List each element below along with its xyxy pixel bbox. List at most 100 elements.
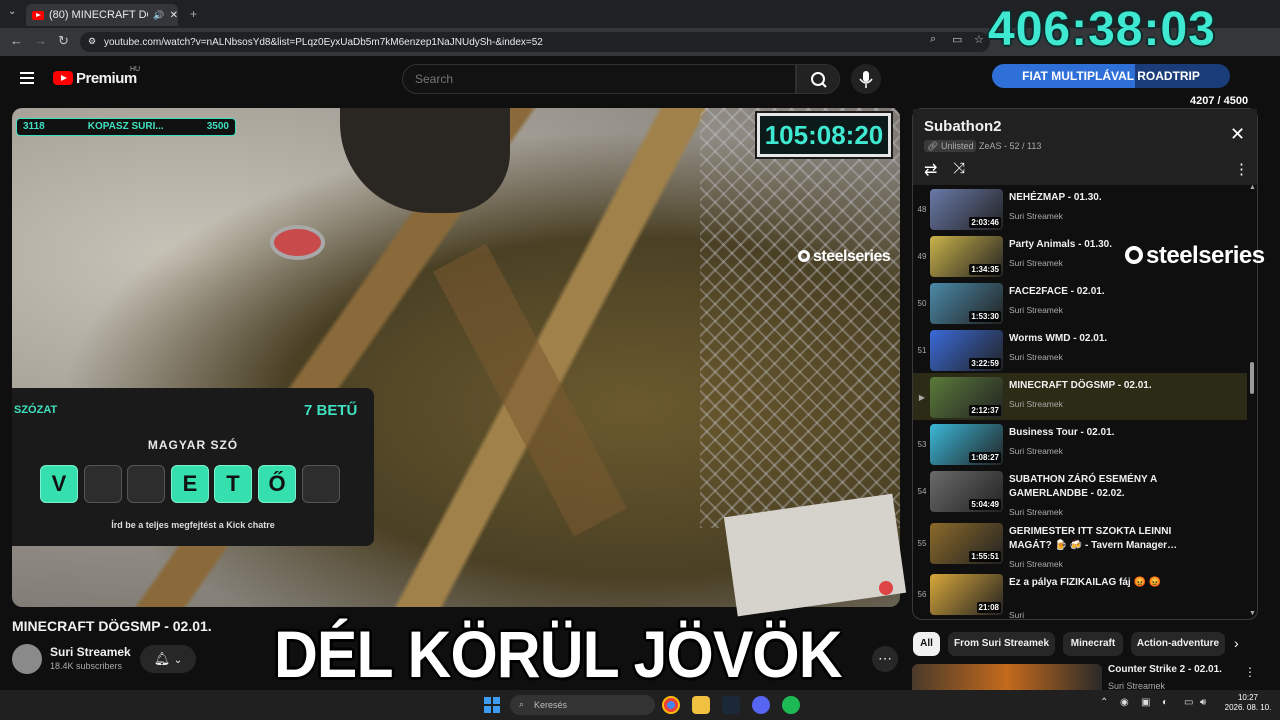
brand-premium[interactable]: Premium bbox=[76, 70, 137, 87]
loop-icon[interactable]: ⇄ bbox=[924, 160, 937, 180]
scroll-down-icon[interactable]: ▼ bbox=[1249, 610, 1256, 617]
scroll-up-icon[interactable]: ▲ bbox=[1249, 184, 1256, 191]
unlisted-badge: 🔗︎ Unlisted bbox=[924, 140, 977, 152]
recommended-title[interactable]: Counter Strike 2 - 02.01. bbox=[1108, 664, 1222, 675]
taskbar-search[interactable]: ⌕ Keresés bbox=[510, 695, 655, 715]
chip-from-channel[interactable]: From Suri Streamek bbox=[948, 632, 1055, 656]
chrome-icon[interactable] bbox=[662, 696, 680, 714]
playlist-title[interactable]: Subathon2 bbox=[924, 118, 1002, 135]
clock-time: 10:27 bbox=[1237, 693, 1259, 702]
video-bowl-scene bbox=[270, 225, 325, 260]
playlist-item-thumbnail[interactable]: 21:08 bbox=[930, 574, 1003, 615]
playlist-item-title[interactable]: NEHÉZMAP - 01.30. bbox=[1009, 191, 1179, 205]
more-vertical-icon[interactable]: ⋮ bbox=[1234, 160, 1249, 178]
chip-all[interactable]: All bbox=[913, 632, 940, 656]
playlist-item-thumbnail[interactable]: 5:04:49 bbox=[930, 471, 1003, 512]
more-actions-button[interactable]: ⋯ bbox=[872, 646, 898, 672]
spotify-icon[interactable] bbox=[782, 696, 800, 714]
subscriber-count: 18.4K subscribers bbox=[50, 661, 123, 671]
site-info-icon[interactable]: ⚙ bbox=[88, 36, 96, 47]
bell-icon: 🔔︎ bbox=[153, 651, 171, 666]
voice-search-button[interactable] bbox=[851, 64, 881, 94]
playlist-item-title[interactable]: Worms WMD - 02.01. bbox=[1009, 332, 1179, 346]
close-icon[interactable]: ✕ bbox=[1230, 124, 1245, 145]
word-tile: T bbox=[214, 465, 252, 503]
playlist-item-index: 51 bbox=[917, 346, 927, 355]
playlist-item-title[interactable]: Ez a pálya FIZIKAILAG fáj 😡 😡 bbox=[1009, 576, 1179, 590]
reload-icon[interactable]: ↻ bbox=[58, 33, 69, 49]
hamburger-menu-icon[interactable] bbox=[20, 72, 34, 84]
new-tab-icon[interactable]: + bbox=[190, 7, 197, 21]
playlist-item[interactable]: 55 1:55:51 GERIMESTER ITT SZOKTA LEINNI MA… bbox=[913, 519, 1247, 569]
notification-bell-button[interactable]: 🔔︎ ⌄ bbox=[140, 645, 196, 673]
playlist-item-thumbnail[interactable]: 1:34:35 bbox=[930, 236, 1003, 277]
taskbar-clock[interactable]: 10:27 2026. 08. 10. bbox=[1222, 693, 1274, 713]
tray-app-icon[interactable]: ▣ bbox=[1141, 697, 1150, 708]
playlist-item-thumbnail[interactable]: 3:22:59 bbox=[930, 330, 1003, 371]
playlist-item[interactable]: 50 1:53:30 FACE2FACE - 02.01. Suri Streamek bbox=[913, 279, 1247, 326]
stream-goal-counter: 3118 KOPASZ SURI... 3500 bbox=[16, 118, 236, 136]
playlist-item[interactable]: 48 2:03:46 NEHÉZMAP - 01.30. Suri Streamek bbox=[913, 185, 1247, 232]
playlist-item[interactable]: 51 3:22:59 Worms WMD - 02.01. Suri Streamek bbox=[913, 326, 1247, 373]
playlist-item-thumbnail[interactable]: 1:53:30 bbox=[930, 283, 1003, 324]
playlist-item-title[interactable]: FACE2FACE - 02.01. bbox=[1009, 285, 1179, 299]
playlist-item[interactable]: ▶ 2:12:37 MINECRAFT DÖGSMP - 02.01. Suri St… bbox=[913, 373, 1247, 420]
word-game-letter-count: 7 BETŰ bbox=[304, 402, 358, 419]
channel-name[interactable]: Suri Streamek bbox=[50, 645, 131, 659]
playlist-item[interactable]: 53 1:08:27 Business Tour - 02.01. Suri Stre… bbox=[913, 420, 1247, 467]
chevron-right-icon[interactable]: › bbox=[1234, 635, 1239, 651]
network-icon[interactable]: ▭ bbox=[1184, 697, 1193, 708]
volume-icon[interactable]: 🔊︎ bbox=[1200, 697, 1206, 708]
tab-list-icon[interactable]: ⌄ bbox=[8, 6, 16, 17]
channel-avatar[interactable] bbox=[12, 644, 42, 674]
playlist-item-title[interactable]: MINECRAFT DÖGSMP - 02.01. bbox=[1009, 379, 1179, 393]
address-bar[interactable]: ⚙ youtube.com/watch?v=nALNbsosYd8&list=P… bbox=[80, 32, 990, 52]
search-button[interactable] bbox=[796, 64, 840, 94]
playlist-item[interactable]: 54 5:04:49 SUBATHON ZÁRÓ ESEMÉNY A GAMERLA… bbox=[913, 467, 1247, 517]
browser-tab[interactable]: (80) MINECRAFT DÖGSMP 🔊 ✕ bbox=[26, 4, 178, 26]
file-explorer-icon[interactable] bbox=[692, 696, 710, 714]
playlist-item-title[interactable]: SUBATHON ZÁRÓ ESEMÉNY A GAMERLANDBE - 02… bbox=[1009, 473, 1179, 501]
counter-label: KOPASZ SURI... bbox=[87, 121, 164, 132]
bookmark-star-icon[interactable]: ☆ bbox=[974, 33, 984, 46]
back-icon[interactable]: ← bbox=[10, 33, 23, 48]
windows-start-icon[interactable] bbox=[484, 697, 500, 713]
playlist-item-duration: 21:08 bbox=[976, 602, 1001, 613]
playlist-item-thumbnail[interactable]: 1:08:27 bbox=[930, 424, 1003, 465]
more-horizontal-icon: ⋯ bbox=[878, 650, 892, 666]
chip-minecraft[interactable]: Minecraft bbox=[1063, 632, 1123, 656]
playlist-item-channel: Suri Streamek bbox=[1009, 446, 1063, 456]
youtube-favicon-icon bbox=[32, 10, 44, 20]
word-game-category: SZÓZAT bbox=[14, 404, 58, 416]
youtube-logo-icon[interactable] bbox=[53, 71, 73, 85]
forward-icon[interactable]: → bbox=[34, 33, 47, 48]
playlist-item-channel: Suri Streamek bbox=[1009, 507, 1063, 517]
more-vertical-icon[interactable]: ⋮ bbox=[1244, 665, 1256, 679]
channel-watermark-icon[interactable] bbox=[879, 581, 893, 595]
playlist-item-channel: Suri Streamek bbox=[1009, 305, 1063, 315]
cast-icon[interactable]: ▭ bbox=[952, 33, 962, 46]
playlist-item-thumbnail[interactable]: 2:12:37 bbox=[930, 377, 1003, 418]
steam-icon[interactable] bbox=[722, 696, 740, 714]
shuffle-icon[interactable]: ⤨ bbox=[953, 160, 965, 177]
zoom-icon[interactable]: ⌕ bbox=[930, 33, 936, 46]
word-tile: Ő bbox=[258, 465, 296, 503]
playlist-item-thumbnail[interactable]: 2:03:46 bbox=[930, 189, 1003, 230]
tray-discord-icon[interactable]: ◐ bbox=[1162, 697, 1168, 708]
playlist-item-title[interactable]: GERIMESTER ITT SZOKTA LEINNI MAGÁT? 🍺 🍻 … bbox=[1009, 525, 1179, 553]
discord-icon[interactable] bbox=[752, 696, 770, 714]
playlist-item-thumbnail[interactable]: 1:55:51 bbox=[930, 523, 1003, 564]
word-tile bbox=[127, 465, 165, 503]
chip-action-adventure[interactable]: Action-adventure bbox=[1131, 632, 1225, 656]
tray-steam-icon[interactable]: ◉ bbox=[1120, 697, 1129, 708]
word-tile bbox=[302, 465, 340, 503]
search-input[interactable] bbox=[402, 64, 796, 94]
tray-chevron-up-icon[interactable]: ⌃ bbox=[1100, 697, 1108, 708]
playlist-item[interactable]: 56 21:08 Ez a pálya FIZIKAILAG fáj 😡 😡 Suri bbox=[913, 570, 1247, 620]
playlist-scrollbar[interactable] bbox=[1250, 362, 1254, 394]
speaker-icon[interactable]: 🔊 bbox=[153, 10, 164, 21]
playlist-item-duration: 3:22:59 bbox=[969, 358, 1001, 369]
tab-close-icon[interactable]: ✕ bbox=[170, 10, 178, 21]
playlist-meta: 🔗︎ Unlisted ZeAS - 52 / 113 bbox=[924, 140, 1041, 152]
playlist-item-title[interactable]: Business Tour - 02.01. bbox=[1009, 426, 1179, 440]
